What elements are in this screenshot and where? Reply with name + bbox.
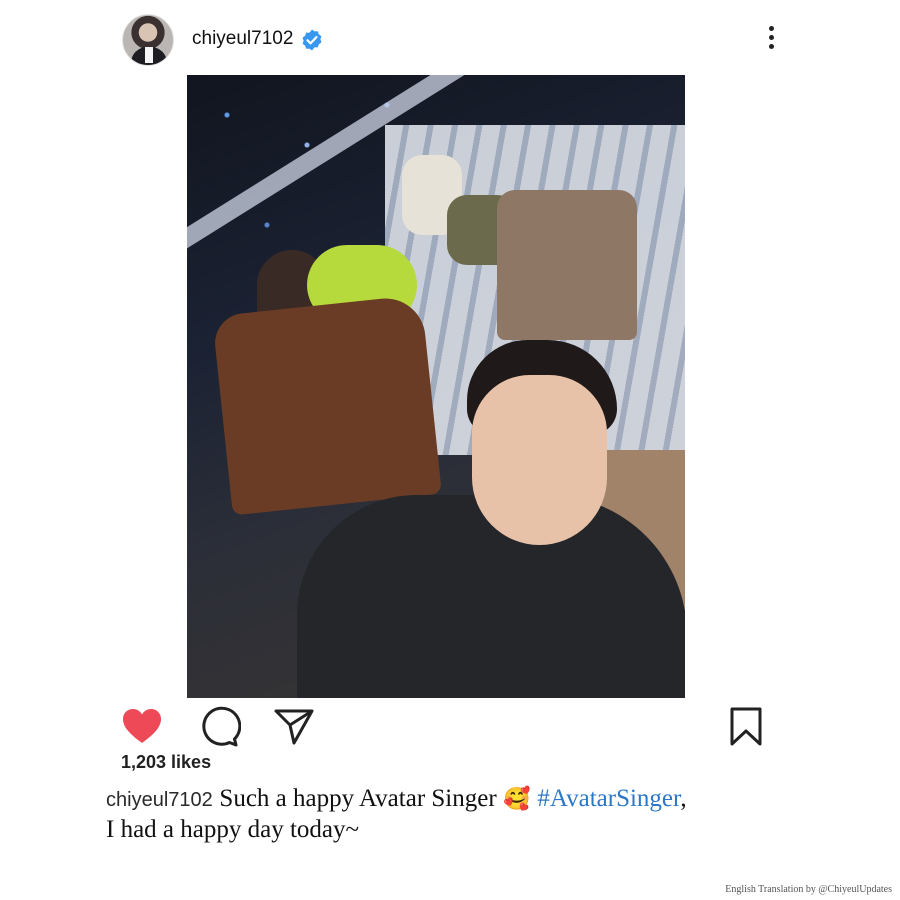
post-username[interactable]: chiyeul7102 [192,28,293,50]
bookmark-icon[interactable] [724,705,768,749]
comment-icon[interactable] [197,705,241,749]
heart-icon[interactable] [120,705,164,749]
post-header: chiyeul7102 [122,14,782,66]
translation-credit: English Translation by @ChiyeulUpdates [725,884,892,895]
caption-comma: , [680,785,687,812]
caption-line-2: I had a happy day today~ [106,816,360,843]
send-icon[interactable] [272,705,316,749]
verified-badge-icon [302,29,322,51]
post-caption: chiyeul7102 Such a happy Avatar Singer 🥰… [106,784,806,845]
post-photo[interactable] [187,75,685,698]
avatar[interactable] [122,14,174,66]
more-vertical-icon[interactable] [766,26,776,56]
hashtag-link[interactable]: #AvatarSinger [537,785,680,812]
post-actions [120,705,770,749]
caption-username[interactable]: chiyeul7102 [106,789,213,811]
smiling-hearts-emoji: 🥰 [503,787,531,812]
caption-text: Such a happy Avatar Singer [219,785,497,812]
likes-count[interactable]: 1,203 likes [121,752,211,773]
